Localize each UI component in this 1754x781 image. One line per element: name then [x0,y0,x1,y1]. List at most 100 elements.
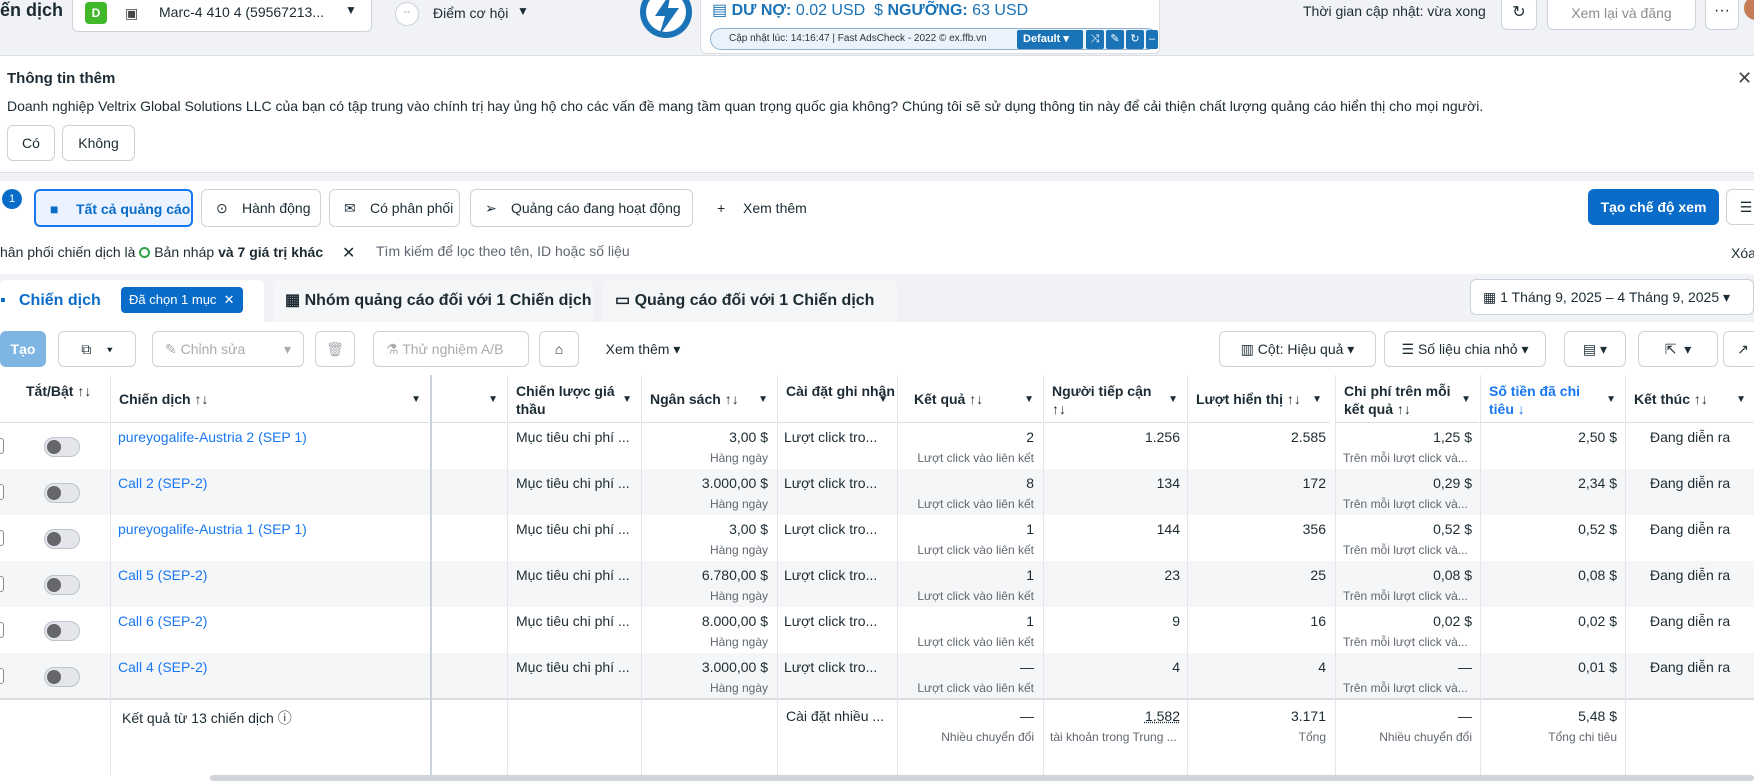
update-time: Thời gian cập nhật: vừa xong [1303,3,1486,19]
table-row[interactable]: Call 6 (SEP-2) Mục tiêu chi phí ... 8.000,… [0,607,1754,653]
refresh-icon[interactable]: ↻ [1126,30,1144,49]
reach-value: 4 [1172,659,1180,675]
export-button[interactable]: ⇱ ▾ [1638,331,1718,367]
breakdown-label: Số liệu chia nhỏ [1417,341,1518,357]
campaign-name-link[interactable]: Call 6 (SEP-2) [118,613,207,629]
header-impressions[interactable]: Lượt hiển thị ↑↓ ▼ [1188,375,1330,423]
chevron-down-icon: ▾ [1684,341,1692,357]
close-icon[interactable]: ✕ [1737,68,1752,89]
chip-actions[interactable]: ⊙ Hành động [201,189,321,227]
header-amount-spent[interactable]: Số tiền đã chi tiêu ↓ ▼ [1481,375,1624,423]
row-checkbox[interactable] [0,668,4,684]
edit-label: Chỉnh sửa [180,341,246,357]
header-cost-per-result[interactable]: Chi phí trên mỗi kết quả ↑↓ ▼ [1336,375,1479,423]
header-budget[interactable]: Ngân sách ↑↓ ▼ [642,375,776,423]
chart-button[interactable]: ↗ [1723,331,1754,367]
campaign-name-link[interactable]: Call 2 (SEP-2) [118,475,207,491]
header-hidden-column[interactable]: ▼ [431,375,506,423]
remove-filter-icon[interactable]: ✕ [342,243,355,263]
chevron-down-icon: ▼ [345,3,357,17]
clear-filters-link[interactable]: Xóa [1731,245,1754,261]
search-filter-badge[interactable]: 1 [2,189,22,209]
threshold-value: 63 USD [972,2,1029,19]
row-checkbox[interactable] [0,530,4,546]
table-row[interactable]: pureyogalife-Austria 2 (SEP 1) Mục tiêu c… [0,423,1754,469]
delivery-end: Đang diễn ra [1650,521,1731,537]
bid-strategy: Mục tiêu chi phí ... [516,659,630,675]
tab-campaigns[interactable]: ▪ Chiến dịch Đã chọn 1 mục ✕ [0,280,264,322]
header-reach[interactable]: Người tiếp cận ↑↓ ▼ [1044,375,1186,423]
table-row[interactable]: Call 2 (SEP-2) Mục tiêu chi phí ... 3.000,… [0,469,1754,515]
tab-adsets[interactable]: ▦ Nhóm quảng cáo đối với 1 Chiến dịch [273,280,593,322]
campaign-toggle[interactable] [44,621,80,641]
spent-value: 0,02 $ [1578,613,1617,629]
chevron-down-icon: ▼ [758,394,768,405]
review-publish-button[interactable]: Xem lại và đăng [1547,0,1696,30]
edit-button[interactable]: ✎ Chỉnh sửa ▾ [152,331,304,367]
no-button[interactable]: Không [62,125,135,161]
campaign-toggle[interactable] [44,437,80,457]
chip-delivering[interactable]: ✉ Có phân phối [329,189,460,227]
reports-button[interactable]: ▤ ▾ [1564,331,1626,367]
refresh-button[interactable]: ↻ [1501,0,1537,30]
header-bid-strategy[interactable]: Chiến lược giá thầu ▼ [508,375,640,423]
yes-button[interactable]: Có [7,125,55,161]
campaign-name-link[interactable]: Call 5 (SEP-2) [118,567,207,583]
campaign-name-link[interactable]: pureyogalife-Austria 2 (SEP 1) [118,429,307,445]
create-view-button[interactable]: Tạo chế độ xem [1588,189,1719,225]
toolbar-more-button[interactable]: Xem thêm ▾ [592,331,694,367]
attribution-setting: Lượt click tro... [784,613,878,629]
sliders-icon[interactable]: ☰ [1726,189,1754,225]
duplicate-button[interactable]: ⧉ ▾ [58,331,136,367]
budget-value: 6.780,00 $ [701,567,768,583]
table-row[interactable]: Call 5 (SEP-2) Mục tiêu chi phí ... 6.780,… [0,561,1754,607]
account-selector[interactable]: D ▣ Marc-4 410 4 (59567213... ▼ [72,0,372,32]
header-ends[interactable]: Kết thúc ↑↓ ▼ [1626,375,1754,423]
campaign-toggle[interactable] [44,575,80,595]
campaign-name-link[interactable]: Call 4 (SEP-2) [118,659,207,675]
tab-ads[interactable]: ▭ Quảng cáo đối với 1 Chiến dịch [603,280,897,322]
tag-button[interactable]: ⌂ [539,331,579,367]
create-button[interactable]: Tạo [0,331,46,367]
campaign-toggle[interactable] [44,667,80,687]
more-options-button[interactable]: ··· [1705,0,1739,30]
table-row[interactable]: pureyogalife-Austria 1 (SEP 1) Mục tiêu c… [0,515,1754,561]
header-campaign[interactable]: Chiến dịch ↑↓ ▼ [111,375,429,423]
campaign-toggle[interactable] [44,529,80,549]
row-checkbox[interactable] [0,622,4,638]
breakdown-button[interactable]: ☰ Số liệu chia nhỏ ▾ [1384,331,1546,367]
minimize-icon[interactable]: – [1146,30,1158,49]
edit-icon[interactable]: ✎ [1106,30,1124,49]
delivery-end: Đang diễn ra [1650,475,1731,491]
header-attribution[interactable]: Cài đặt ghi nhận ▼ [778,375,896,423]
budget-period: Hàng ngày [709,635,768,649]
date-range-picker[interactable]: ▦ 1 Tháng 9, 2025 – 4 Tháng 9, 2025 ▾ [1470,279,1754,315]
totals-results-sub: Nhiều chuyển đổi [941,730,1034,744]
ab-test-button[interactable]: ⚗ Thử nghiệm A/B [373,331,529,367]
info-icon[interactable]: ⓘ [278,710,292,726]
header-toggle[interactable]: Tắt/Bật ↑↓ [18,375,109,423]
row-checkbox[interactable] [0,484,4,500]
shuffle-icon[interactable]: ⤨ [1086,30,1104,49]
chevron-down-icon: ▼ [622,394,632,405]
fast-adscheck-mode-select[interactable]: Default ▾ [1017,30,1083,49]
horizontal-scrollbar[interactable] [210,775,1754,781]
table-row[interactable]: Call 4 (SEP-2) Mục tiêu chi phí ... 3.000,… [0,653,1754,699]
active-filter[interactable]: hân phối chiến dịch là Bản nháp và 7 giá… [0,244,323,260]
chip-see-more[interactable]: + Xem thêm [702,189,812,227]
chip-all-ads[interactable]: ■ Tất cả quảng cáo [34,189,193,227]
columns-icon: ▥ [1240,341,1254,357]
delete-button[interactable]: 🗑 [315,331,355,367]
results-type: Lượt click vào liên kết [917,635,1034,649]
header-budget-label: Ngân sách ↑↓ [650,391,739,407]
search-input[interactable] [376,236,1276,266]
row-checkbox[interactable] [0,576,4,592]
selected-count-chip[interactable]: Đã chọn 1 mục ✕ [121,287,243,313]
fast-adscheck-balance: ▤ DƯ NỢ: 0.02 USD $ NGƯỠNG: 63 USD [712,0,1028,20]
columns-button[interactable]: ▥ Cột: Hiệu quả ▾ [1219,331,1376,367]
campaign-name-link[interactable]: pureyogalife-Austria 1 (SEP 1) [118,521,307,537]
header-results[interactable]: Kết quả ↑↓ ▼ [898,375,1042,423]
chip-active-ads[interactable]: ➢ Quảng cáo đang hoạt động [470,189,693,227]
campaign-toggle[interactable] [44,483,80,503]
row-checkbox[interactable] [0,438,4,454]
